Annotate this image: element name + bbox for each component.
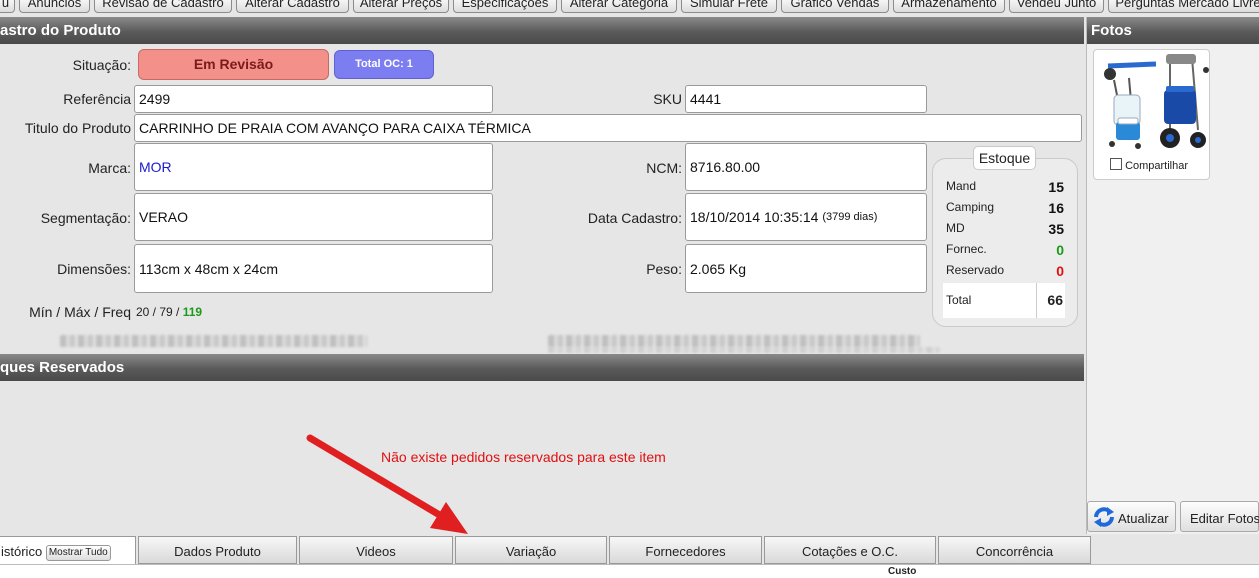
titulo-field[interactable]: CARRINHO DE PRAIA COM AVANÇO PARA CAIXA … xyxy=(134,114,1082,142)
tab-anuncios[interactable]: Anúncios xyxy=(19,0,90,13)
dimensoes-value: 113cm x 48cm x 24cm xyxy=(139,260,279,277)
tab-historico-label: istórico xyxy=(1,544,43,559)
segmentacao-label: Segmentação: xyxy=(40,210,131,226)
estoque-row-value: 0 xyxy=(1056,242,1064,258)
tab-vendeu-junto[interactable]: Vendeu Junto xyxy=(1009,0,1104,13)
estoque-row-value: 15 xyxy=(1048,179,1064,195)
status-badge[interactable]: Em Revisão xyxy=(138,49,329,80)
titulo-label: Titulo do Produto xyxy=(24,120,131,136)
estoque-row: MD 35 xyxy=(946,221,1064,237)
estoque-title: Estoque xyxy=(973,146,1036,170)
peso-field[interactable]: 2.065 Kg xyxy=(685,244,927,293)
cadastro-header: astro do Produto xyxy=(0,17,1084,44)
redacted-text-right xyxy=(548,335,920,347)
estoque-total-row: Total 66 xyxy=(943,283,1065,318)
peso-label: Peso: xyxy=(646,261,682,277)
refresh-icon xyxy=(1094,507,1114,527)
total-oc-badge[interactable]: Total OC: 1 xyxy=(334,50,434,79)
referencia-field[interactable]: 2499 xyxy=(134,85,493,113)
data-cadastro-field[interactable]: 18/10/2014 10:35:14 (3799 dias) xyxy=(685,193,927,241)
tab-historico[interactable]: istórico Mostrar Tudo xyxy=(0,536,136,564)
tab-variacao[interactable]: Variação xyxy=(455,536,607,564)
estoque-row: Fornec. 0 xyxy=(946,242,1064,258)
ncm-label: NCM: xyxy=(646,160,682,176)
tab-cotacoes[interactable]: Cotações e O.C. xyxy=(764,536,936,564)
mostrar-tudo-button[interactable]: Mostrar Tudo xyxy=(45,545,111,561)
tab-truncated[interactable]: u xyxy=(0,0,15,13)
peso-value: 2.065 Kg xyxy=(690,260,747,277)
ncm-value: 8716.80.00 xyxy=(690,159,761,175)
tab-armazenamento[interactable]: Armazenamento xyxy=(893,0,1005,13)
tab-fornecedores[interactable]: Fornecedores xyxy=(609,536,762,564)
product-photo[interactable] xyxy=(1094,50,1209,155)
marca-field[interactable]: MOR xyxy=(134,143,493,191)
min-max-text: 20 / 79 / xyxy=(136,305,183,319)
estoque-row-label: Reservado xyxy=(946,263,1005,277)
marca-label: Marca: xyxy=(88,160,131,176)
share-row[interactable]: Compartilhar xyxy=(1110,158,1188,172)
atualizar-label: Atualizar xyxy=(1118,511,1169,526)
estoque-row-value: 16 xyxy=(1048,200,1064,216)
segmentacao-value: VERAO xyxy=(139,209,189,225)
tab-especificacoes[interactable]: Especificações xyxy=(453,0,557,13)
estoque-row: Camping 16 xyxy=(946,200,1064,216)
minmax-values: 20 / 79 / 119 xyxy=(136,305,202,319)
estoque-total-label: Total xyxy=(946,293,972,307)
atualizar-button[interactable]: Atualizar xyxy=(1087,501,1176,532)
marca-link[interactable]: MOR xyxy=(139,159,172,175)
freq-value: 119 xyxy=(182,305,203,319)
tab-alterar-cadastro[interactable]: Alterar Cadastro xyxy=(236,0,349,13)
redacted-text-left xyxy=(60,335,367,347)
tab-grafico-vendas[interactable]: Gráfico Vendas xyxy=(781,0,889,13)
tab-revisao-cadastro[interactable]: Revisão de Cadastro xyxy=(94,0,232,13)
estoque-row-label: Camping xyxy=(946,200,995,214)
history-table-header: Custo xyxy=(0,564,1259,578)
tab-videos[interactable]: Videos xyxy=(299,536,453,564)
redacted-text-right-2 xyxy=(548,347,940,353)
sku-label: SKU xyxy=(653,91,682,107)
reservados-header: ques Reservados xyxy=(0,354,1084,381)
data-cadastro-value: 18/10/2014 10:35:14 xyxy=(690,209,819,225)
dimensoes-label: Dimensões: xyxy=(57,261,131,277)
dimensoes-field[interactable]: 113cm x 48cm x 24cm xyxy=(134,244,493,293)
estoque-row: Reservado 0 xyxy=(946,263,1064,279)
estoque-row-label: Fornec. xyxy=(946,242,987,256)
tab-alterar-precos[interactable]: Alterar Preços xyxy=(353,0,449,13)
estoque-total-value: 66 xyxy=(1047,292,1063,308)
minmax-label: Mín / Máx / Freq xyxy=(29,304,131,320)
tab-perguntas-ml[interactable]: Perguntas Mercado Livre xyxy=(1108,0,1259,13)
tab-dados-produto[interactable]: Dados Produto xyxy=(138,536,297,564)
editar-fotos-button[interactable]: Editar Fotos xyxy=(1180,501,1259,532)
red-arrow-annotation xyxy=(306,434,468,534)
share-checkbox[interactable] xyxy=(1110,158,1122,170)
tab-simular-frete[interactable]: Simular Frete xyxy=(681,0,777,13)
ncm-field[interactable]: 8716.80.00 xyxy=(685,143,927,191)
estoque-total-divider xyxy=(1036,283,1037,318)
estoque-row: Mand 15 xyxy=(946,179,1064,195)
estoque-row-value: 35 xyxy=(1048,221,1064,237)
tab-concorrencia[interactable]: Concorrência xyxy=(938,536,1091,564)
share-label: Compartilhar xyxy=(1125,160,1189,172)
segmentacao-field[interactable]: VERAO xyxy=(134,193,493,241)
estoque-row-value: 0 xyxy=(1056,263,1064,279)
situacao-label: Situação: xyxy=(72,57,131,73)
estoque-row-label: Mand xyxy=(946,179,977,193)
sku-field[interactable]: 4441 xyxy=(685,85,927,113)
data-cadastro-label: Data Cadastro: xyxy=(587,210,682,226)
estoque-row-label: MD xyxy=(946,221,965,235)
tab-alterar-categoria[interactable]: Alterar Categoria xyxy=(561,0,677,13)
photo-card[interactable]: Compartilhar xyxy=(1093,49,1210,180)
data-cadastro-days: (3799 dias) xyxy=(822,211,878,223)
referencia-label: Referência xyxy=(63,91,131,107)
custo-column-header: Custo xyxy=(888,566,917,577)
fotos-header: Fotos xyxy=(1087,17,1259,44)
top-tab-bar: u Anúncios Revisão de Cadastro Alterar C… xyxy=(0,0,1259,13)
